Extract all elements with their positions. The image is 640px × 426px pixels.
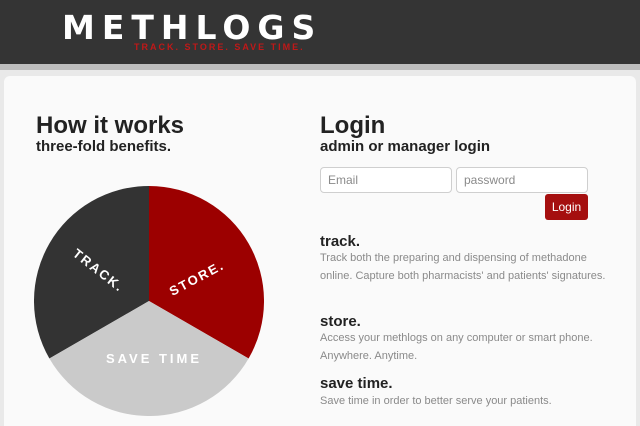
login-subtitle: admin or manager login <box>320 138 491 155</box>
email-field[interactable] <box>320 167 452 193</box>
how-it-works-title: How it works <box>36 112 185 139</box>
top-header: METHLOGS TRACK. STORE. SAVE TIME. <box>0 0 640 70</box>
brand-logo[interactable]: METHLOGS <box>62 10 322 46</box>
login-button[interactable]: Login <box>545 194 588 220</box>
feature-save-time-title: save time. <box>320 375 393 392</box>
feature-store-description: Access your methlogs on any computer or … <box>320 332 593 362</box>
header-divider <box>0 64 640 70</box>
pie-label-save-time: SAVE TIME <box>106 351 202 366</box>
login-title: Login <box>320 112 386 139</box>
feature-save-time-description: Save time in order to better serve your … <box>320 395 552 407</box>
how-it-works-subtitle: three-fold benefits. <box>36 138 172 155</box>
password-field[interactable] <box>456 167 588 193</box>
benefits-pie-chart: TRACK. STORE. SAVE TIME <box>34 186 264 416</box>
feature-track-description: Track both the preparing and dispensing … <box>320 252 606 282</box>
brand-tagline: TRACK. STORE. SAVE TIME. <box>134 42 305 52</box>
